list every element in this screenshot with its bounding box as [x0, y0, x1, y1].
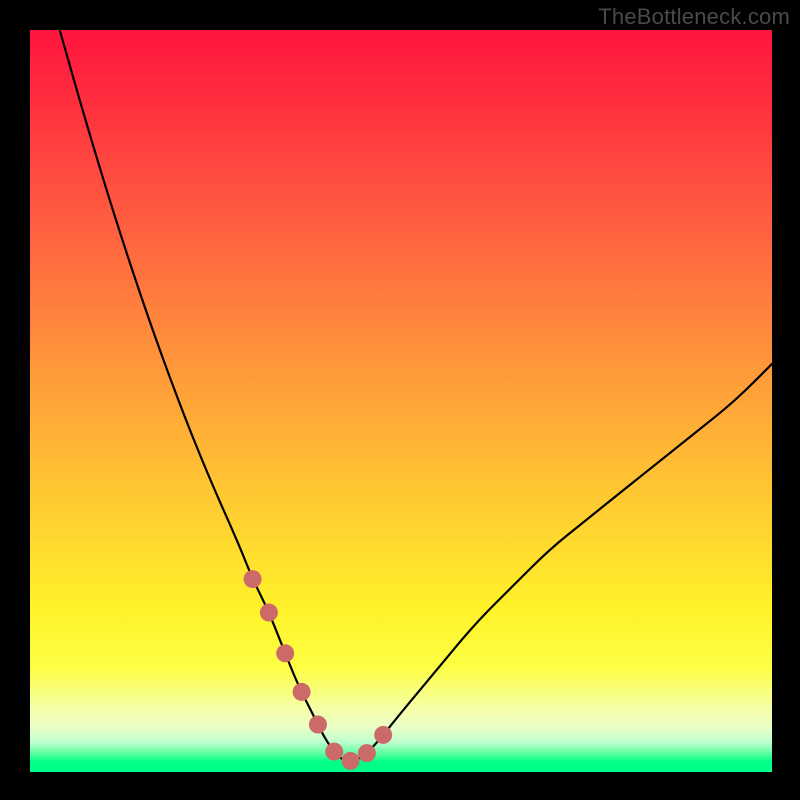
highlight-dot [260, 604, 278, 622]
highlight-dot [276, 644, 294, 662]
highlight-dot [293, 683, 311, 701]
highlight-dots [244, 570, 393, 770]
highlight-dot [374, 726, 392, 744]
watermark-text: TheBottleneck.com [598, 4, 790, 30]
bottleneck-curve [60, 30, 772, 761]
chart-stage: TheBottleneck.com [0, 0, 800, 800]
highlight-dot [309, 716, 327, 734]
chart-plot-area [30, 30, 772, 772]
highlight-dot [358, 744, 376, 762]
chart-overlay [30, 30, 772, 772]
highlight-dot [244, 570, 262, 588]
highlight-dot [325, 743, 343, 761]
highlight-dot [342, 752, 360, 770]
